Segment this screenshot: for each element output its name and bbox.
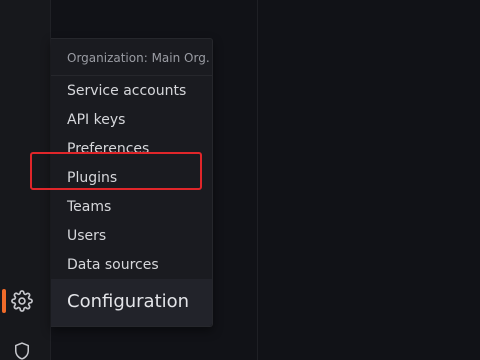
app-window: Organization: Main Org. Service accounts… <box>0 0 480 360</box>
gear-icon[interactable] <box>9 288 35 314</box>
menu-footer-title: Configuration <box>67 291 190 312</box>
menu-header-org: Organization: Main Org. <box>67 51 210 65</box>
active-nav-indicator <box>2 289 6 313</box>
menu-footer[interactable]: Configuration <box>51 279 212 326</box>
menu-divider <box>51 75 212 76</box>
shield-icon[interactable] <box>9 338 35 360</box>
menu-item-service-accounts[interactable]: Service accounts <box>67 82 186 100</box>
menu-item-users[interactable]: Users <box>67 227 106 245</box>
plugins-highlight-box <box>30 152 202 190</box>
menu-item-data-sources[interactable]: Data sources <box>67 256 159 274</box>
panel-divider <box>257 0 258 360</box>
menu-item-api-keys[interactable]: API keys <box>67 111 125 129</box>
menu-item-teams[interactable]: Teams <box>67 198 111 216</box>
